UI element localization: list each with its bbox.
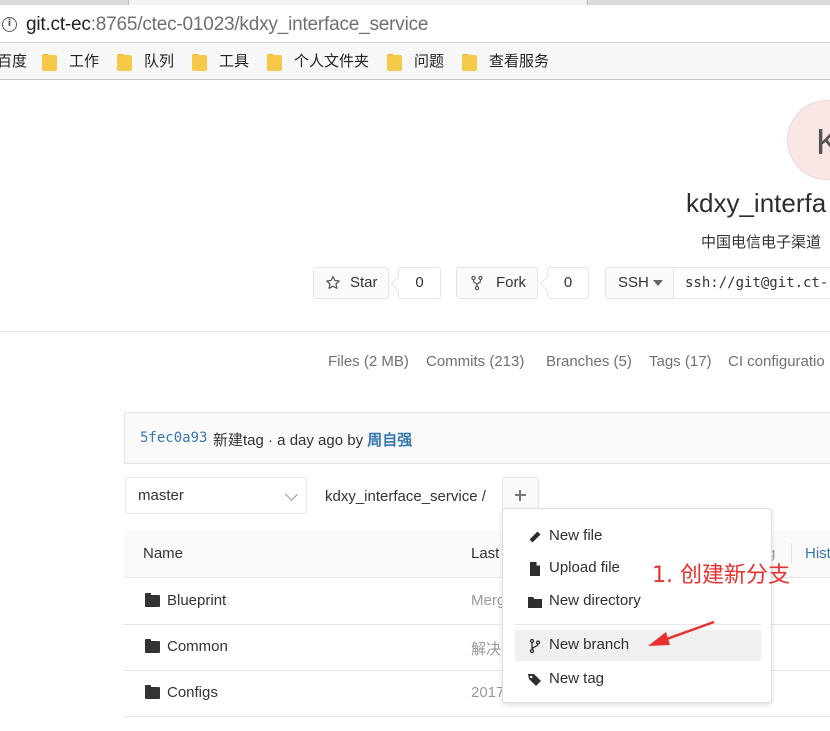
- header-separator: [791, 543, 792, 563]
- star-icon: [326, 275, 340, 289]
- bookmark-folder-services[interactable]: 查看服务: [489, 43, 549, 80]
- fork-label: Fork: [496, 274, 526, 291]
- bookmark-item[interactable]: 百度: [0, 43, 27, 80]
- file-name[interactable]: Blueprint: [167, 592, 226, 609]
- bookmark-folder-issues[interactable]: 问题: [414, 43, 444, 80]
- menu-item-new-tag[interactable]: New tag: [515, 664, 761, 695]
- file-icon: [530, 562, 540, 576]
- menu-item-label: New tag: [549, 670, 605, 687]
- file-name[interactable]: Common: [167, 638, 228, 655]
- project-avatar: K: [787, 100, 830, 180]
- branch-icon: [529, 638, 541, 654]
- star-count[interactable]: 0: [398, 267, 441, 299]
- commit-author[interactable]: 周自强: [367, 432, 412, 449]
- menu-divider: [515, 624, 761, 625]
- star-label: Star: [350, 274, 378, 291]
- column-name: Name: [143, 545, 184, 562]
- bookmark-folder-tools[interactable]: 工具: [219, 43, 249, 80]
- folder-icon: [145, 639, 160, 653]
- menu-item-label: New branch: [549, 636, 630, 653]
- folder-icon: [145, 685, 160, 699]
- chevron-down-icon: [285, 488, 298, 501]
- breadcrumb[interactable]: kdxy_interface_service /: [325, 488, 486, 505]
- bookmarks-bar: 百度 工作 队列 工具 个人文件夹 问题 查看服务: [0, 43, 830, 80]
- folder-icon: [42, 54, 57, 71]
- folder-icon: [528, 597, 542, 608]
- add-to-tree-button[interactable]: [502, 477, 539, 512]
- column-last-commit: Last: [471, 545, 500, 562]
- star-button[interactable]: Star: [313, 267, 389, 299]
- last-commit-box: 5fec0a93 新建tag · a day ago by 周自强: [124, 412, 830, 464]
- address-bar[interactable]: i git.ct-ec:8765/ctec-01023/kdxy_interfa…: [0, 5, 830, 43]
- commit-message-text[interactable]: 新建tag · a day ago by: [213, 432, 367, 449]
- folder-icon: [462, 54, 477, 71]
- fork-count[interactable]: 0: [547, 267, 589, 299]
- history-link[interactable]: Hist: [805, 545, 830, 562]
- annotation-arrow-icon: [648, 620, 715, 646]
- stat-commits[interactable]: Commits (213): [426, 353, 524, 370]
- fork-button[interactable]: Fork: [456, 267, 538, 299]
- info-icon[interactable]: i: [2, 17, 17, 32]
- folder-icon: [387, 54, 402, 71]
- stat-files[interactable]: Files (2 MB): [328, 353, 409, 370]
- commit-sha[interactable]: 5fec0a93: [140, 430, 207, 446]
- caret-down-icon: [653, 280, 663, 286]
- project-description: 中国电信电子渠道: [701, 234, 822, 251]
- header-divider: [0, 331, 830, 332]
- stat-ci-configuration[interactable]: CI configuratio: [728, 353, 825, 370]
- bookmark-folder-personal[interactable]: 个人文件夹: [294, 43, 369, 80]
- stat-branches[interactable]: Branches (5): [546, 353, 632, 370]
- file-last-commit[interactable]: 解决: [471, 638, 501, 659]
- bookmark-folder-queue[interactable]: 队列: [144, 43, 174, 80]
- fork-icon: [471, 275, 483, 291]
- tag-icon: [528, 674, 541, 686]
- menu-item-new-file[interactable]: New file: [515, 521, 761, 552]
- add-to-tree-dropdown: New file Upload file New directory New b…: [502, 508, 772, 703]
- project-title: kdxy_interfa: [686, 188, 827, 218]
- branch-select-value: master: [138, 487, 184, 504]
- menu-item-label: New file: [549, 527, 603, 544]
- menu-item-new-branch[interactable]: New branch: [515, 630, 761, 661]
- file-last-commit[interactable]: Merg: [471, 592, 505, 609]
- url-text[interactable]: git.ct-ec:8765/ctec-01023/kdxy_interface…: [26, 14, 428, 36]
- folder-icon: [117, 54, 132, 71]
- file-last-commit[interactable]: 2017: [471, 684, 504, 701]
- clone-protocol-label: SSH: [618, 274, 649, 291]
- file-name[interactable]: Configs: [167, 684, 218, 701]
- folder-icon: [267, 54, 282, 71]
- pencil-icon: [529, 531, 541, 543]
- branch-select[interactable]: master: [125, 477, 307, 514]
- folder-icon: [192, 54, 207, 71]
- bookmark-folder-work[interactable]: 工作: [69, 43, 99, 80]
- stat-tags[interactable]: Tags (17): [649, 353, 712, 370]
- menu-item-new-directory[interactable]: New directory: [515, 586, 761, 617]
- menu-item-label: Upload file: [549, 559, 620, 576]
- folder-icon: [145, 593, 160, 607]
- clone-protocol-dropdown[interactable]: SSH: [605, 267, 674, 299]
- menu-item-label: New directory: [549, 592, 641, 609]
- annotation-text: 1. 创建新分支: [652, 563, 790, 588]
- clone-url-field[interactable]: ssh://git@git.ct-: [674, 267, 830, 299]
- commit-message: 新建tag · a day ago by 周自强: [213, 429, 412, 450]
